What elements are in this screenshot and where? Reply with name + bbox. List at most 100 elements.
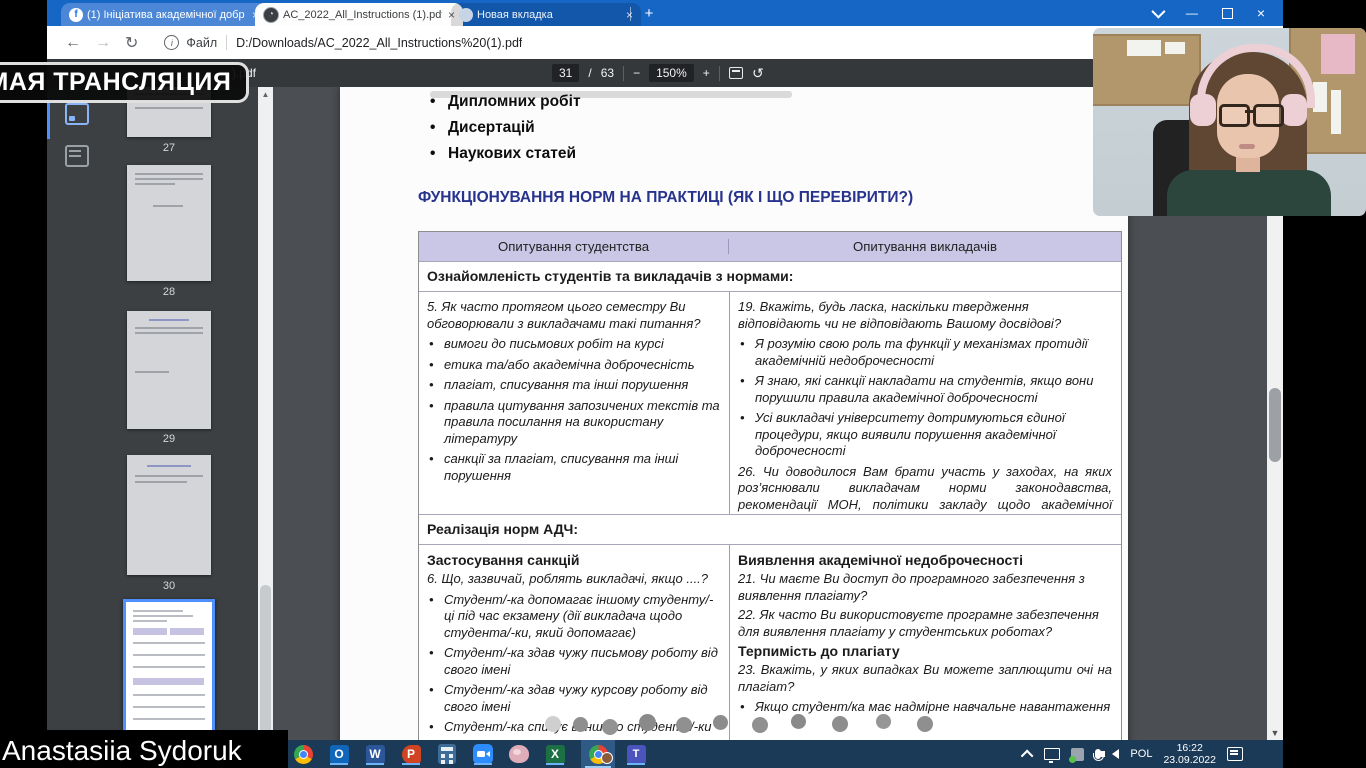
mini-table-header <box>133 628 167 635</box>
tray-language-label[interactable]: POL <box>1130 748 1152 760</box>
main-scrollbar-thumb[interactable] <box>1269 388 1281 462</box>
survey-table: Опитування студентства Опитування виклад… <box>418 231 1122 741</box>
window-controls: — × <box>1152 0 1265 26</box>
tray-time: 16:22 <box>1163 742 1216 754</box>
scroll-up-icon[interactable]: ▲ <box>258 90 273 99</box>
page-total: 63 <box>601 66 614 80</box>
blurred-dot <box>917 716 933 732</box>
doc-bullet: Дипломних робіт <box>428 89 581 115</box>
tray-expand-icon[interactable] <box>1021 749 1034 762</box>
thumbnail-page-30[interactable] <box>127 455 211 575</box>
detection-title: Виявлення академічної недоброчесності <box>738 552 1112 568</box>
teachers-cell: Виявлення академічної недоброчесності 21… <box>730 545 1121 741</box>
taskbar-powerpoint-icon[interactable]: P <box>400 743 422 765</box>
zoom-out-button[interactable]: − <box>633 66 640 80</box>
section-heading: ФУНКЦІОНУВАННЯ НОРМ НА ПРАКТИЦІ (ЯК І ЩО… <box>418 189 913 207</box>
headphone-earcup <box>1281 94 1307 126</box>
thumbnail-page-28[interactable] <box>127 165 211 281</box>
taskbar-photos-icon[interactable] <box>508 743 530 765</box>
blurred-dot <box>573 717 588 732</box>
tab-facebook[interactable]: f (1) Ініціатива академічної добр × <box>61 3 267 26</box>
table-row: Застосування санкцій 6. Що, зазвичай, ро… <box>419 544 1121 741</box>
url-scheme-label: Файл <box>186 36 217 50</box>
tolerance-title: Терпимість до плагіату <box>738 643 1112 659</box>
pdf-page: Дипломних робіт Дисертацій Наукових стат… <box>340 87 1128 741</box>
taskbar-excel-icon[interactable]: X <box>544 743 566 765</box>
blurred-dot <box>602 719 618 735</box>
teachers-cell: 19. Вкажіть, будь ласка, наскільки тверд… <box>730 292 1121 514</box>
col-header-students: Опитування студентства <box>419 239 729 254</box>
table-header-row: Опитування студентства Опитування виклад… <box>419 232 1121 261</box>
forward-icon[interactable]: → <box>95 34 111 52</box>
thumbnail-label: 28 <box>127 286 211 298</box>
col-header-teachers: Опитування викладачів <box>729 239 1121 254</box>
glasses-lens <box>1253 104 1284 127</box>
glasses-lens <box>1219 104 1250 127</box>
taskbar-chrome-active[interactable] <box>581 740 615 768</box>
tab-separator <box>630 7 631 21</box>
question-19: 19. Вкажіть, будь ласка, наскільки тверд… <box>738 299 1112 332</box>
taskbar-teams-icon[interactable]: T <box>625 743 647 765</box>
toolbar-divider <box>719 66 720 81</box>
chevron-down-icon[interactable] <box>1151 5 1165 19</box>
page-separator: / <box>588 66 591 80</box>
zoom-in-button[interactable]: + <box>703 66 710 80</box>
tab-label: (1) Ініціатива академічної добр <box>87 9 246 21</box>
page-number-input[interactable]: 31 <box>552 64 579 82</box>
scroll-down-icon[interactable]: ▼ <box>1267 728 1283 738</box>
cork-board <box>1093 34 1201 106</box>
thumbnail-page-29[interactable] <box>127 311 211 429</box>
pinned-note <box>1321 34 1355 74</box>
blurred-dot <box>639 714 656 731</box>
tray-volume-icon[interactable] <box>1112 749 1119 759</box>
blurred-dot <box>791 714 806 729</box>
tab-new[interactable]: Новая вкладка × <box>451 3 641 26</box>
question-23: 23. Вкажіть, у яких випадках Ви можете з… <box>738 662 1112 695</box>
tray-display-icon[interactable] <box>1044 748 1060 760</box>
doc-bullet: Дисертацій <box>428 115 581 141</box>
pdf-tab-favicon: ◔ <box>263 7 279 23</box>
zoom-level[interactable]: 150% <box>649 64 694 82</box>
question-21: 21. Чи маєте Ви доступ до програмного за… <box>738 571 1112 604</box>
taskbar-word-icon[interactable]: W <box>364 743 386 765</box>
presenter-name: Anastasiia Sydoruk <box>2 735 242 767</box>
tray-date: 23.09.2022 <box>1163 754 1216 766</box>
webcam-overlay <box>1093 28 1366 216</box>
close-window-button[interactable]: × <box>1257 6 1265 20</box>
thumbnails-view-icon[interactable] <box>65 103 89 125</box>
reload-icon[interactable]: ↻ <box>125 33 138 53</box>
sidebar-scrollbar[interactable]: ▲ ▼ <box>258 87 273 741</box>
taskbar-outlook-icon[interactable]: O <box>328 743 350 765</box>
back-icon[interactable]: ← <box>65 34 81 52</box>
glasses-bridge <box>1245 110 1253 113</box>
blurred-dot <box>752 717 768 733</box>
taskbar-calculator-icon[interactable] <box>436 743 458 765</box>
table-row: 5. Як часто протягом цього семестру Ви о… <box>419 291 1121 514</box>
person-sweater <box>1167 170 1331 216</box>
tray-clock[interactable]: 16:22 23.09.2022 <box>1163 742 1216 766</box>
facebook-favicon: f <box>69 8 83 22</box>
taskbar-zoom-icon[interactable] <box>472 743 494 765</box>
new-tab-button[interactable]: + <box>639 4 659 24</box>
maximize-icon[interactable] <box>1222 8 1233 19</box>
thumbnail-page-31-selected[interactable] <box>123 599 215 741</box>
q19-bullets: Я розумію свою роль та функції у механіз… <box>738 336 1112 460</box>
question-5: 5. Як часто протягом цього семестру Ви о… <box>427 299 720 332</box>
blurred-dot <box>832 716 848 732</box>
doc-bullet: Наукових статей <box>428 141 581 167</box>
rotate-icon[interactable]: ↻ <box>752 65 764 82</box>
tray-app-icon[interactable] <box>1071 748 1084 761</box>
thumbnail-sidebar: 27 28 29 30 <box>47 87 258 741</box>
q5-bullets: вимоги до письмових робіт на курсі етика… <box>427 336 720 484</box>
blurred-dot <box>876 714 891 729</box>
fit-page-icon[interactable] <box>729 67 743 79</box>
url-text[interactable]: D:/Downloads/AC_2022_All_Instructions%20… <box>236 36 522 50</box>
taskbar-search-icon[interactable] <box>292 743 314 765</box>
document-bullet-list: Дипломних робіт Дисертацій Наукових стат… <box>428 89 581 167</box>
sidebar-scrollbar-thumb[interactable] <box>260 585 271 737</box>
info-icon[interactable]: i <box>164 35 179 50</box>
outline-view-icon[interactable] <box>65 145 89 167</box>
tab-pdf-active[interactable]: ◔ AC_2022_All_Instructions (1).pdf × <box>255 3 463 26</box>
tray-notification-icon[interactable] <box>1227 747 1243 761</box>
minimize-button[interactable]: — <box>1186 7 1198 19</box>
